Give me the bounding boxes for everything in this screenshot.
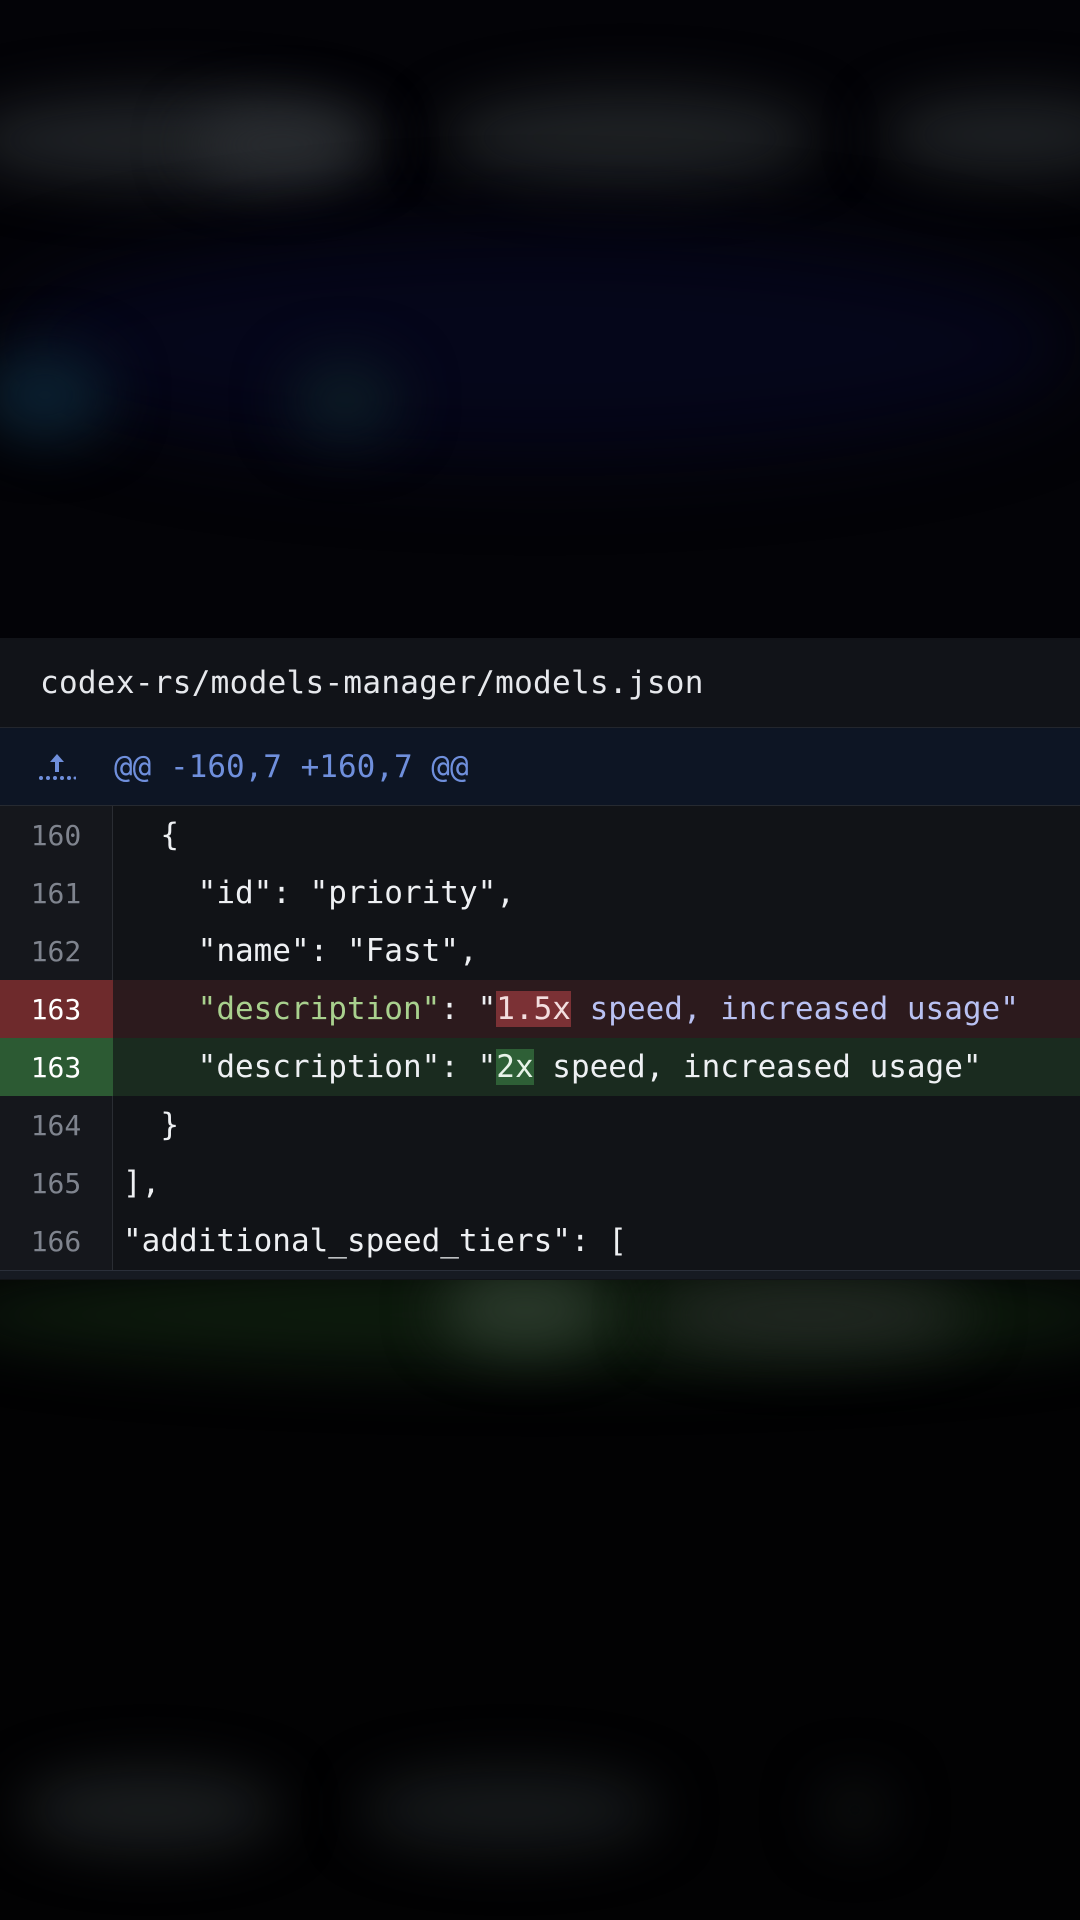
hunk-range: @@ -160,7 +160,7 @@ bbox=[114, 748, 469, 785]
json-key: "description" bbox=[197, 1049, 441, 1085]
json-key: "description" bbox=[197, 991, 441, 1027]
hunk-header: @@ -160,7 +160,7 @@ bbox=[0, 728, 1080, 806]
code-text: "additional_speed_tiers": [ bbox=[123, 1223, 627, 1259]
changed-token: 1.5x bbox=[496, 991, 571, 1027]
line-number[interactable]: 163 bbox=[0, 1038, 113, 1096]
code-content: "name": "Fast", bbox=[113, 922, 1080, 980]
diff-lines: 160 {161 "id": "priority", 162 "name": "F… bbox=[0, 806, 1080, 1270]
line-number[interactable]: 163 bbox=[0, 980, 113, 1038]
diff-card: codex-rs/models-manager/models.json @@ -… bbox=[0, 638, 1080, 1280]
code-text: ], bbox=[123, 1165, 161, 1201]
diff-line: 160 { bbox=[0, 806, 1080, 864]
code-content: { bbox=[113, 806, 1080, 864]
line-number[interactable]: 162 bbox=[0, 922, 113, 980]
file-path[interactable]: codex-rs/models-manager/models.json bbox=[40, 665, 704, 701]
code-content: "description": " 2x speed, increased usag… bbox=[113, 1038, 1080, 1096]
diff-line: 165], bbox=[0, 1154, 1080, 1212]
code-text: { bbox=[160, 817, 179, 853]
file-header: codex-rs/models-manager/models.json bbox=[0, 638, 1080, 728]
diff-line: 164 } bbox=[0, 1096, 1080, 1154]
code-content: "description": " 1.5x speed, increased us… bbox=[113, 980, 1080, 1038]
code-content: "id": "priority", bbox=[113, 864, 1080, 922]
code-content: "additional_speed_tiers": [ bbox=[113, 1212, 1080, 1270]
changed-token: 2x bbox=[496, 1049, 534, 1085]
json-separator: : " bbox=[440, 991, 497, 1027]
blurred-background-top bbox=[0, 0, 1080, 638]
blurred-background-bottom bbox=[0, 1280, 1080, 1920]
code-text: } bbox=[160, 1107, 179, 1143]
code-content: ], bbox=[113, 1154, 1080, 1212]
code-text: "id": "priority", bbox=[197, 875, 515, 911]
expand-up-icon bbox=[39, 753, 76, 780]
diff-line-deletion: 163 "description": " 1.5x speed, increase… bbox=[0, 980, 1080, 1038]
diff-card-footer bbox=[0, 1270, 1080, 1279]
code-text: "name": "Fast", bbox=[197, 933, 478, 969]
expand-context-button[interactable] bbox=[0, 728, 114, 805]
line-number[interactable]: 161 bbox=[0, 864, 113, 922]
diff-line: 162 "name": "Fast", bbox=[0, 922, 1080, 980]
json-value-rest: speed, increased usage" bbox=[570, 991, 1019, 1027]
json-separator: : " bbox=[440, 1049, 497, 1085]
line-number[interactable]: 164 bbox=[0, 1096, 113, 1154]
line-number[interactable]: 160 bbox=[0, 806, 113, 864]
diff-line: 161 "id": "priority", bbox=[0, 864, 1080, 922]
line-number[interactable]: 165 bbox=[0, 1154, 113, 1212]
diff-line: 166 "additional_speed_tiers": [ bbox=[0, 1212, 1080, 1270]
diff-line-addition: 163 "description": " 2x speed, increased … bbox=[0, 1038, 1080, 1096]
json-value-rest: speed, increased usage" bbox=[533, 1049, 982, 1085]
code-content: } bbox=[113, 1096, 1080, 1154]
line-number[interactable]: 166 bbox=[0, 1212, 113, 1270]
